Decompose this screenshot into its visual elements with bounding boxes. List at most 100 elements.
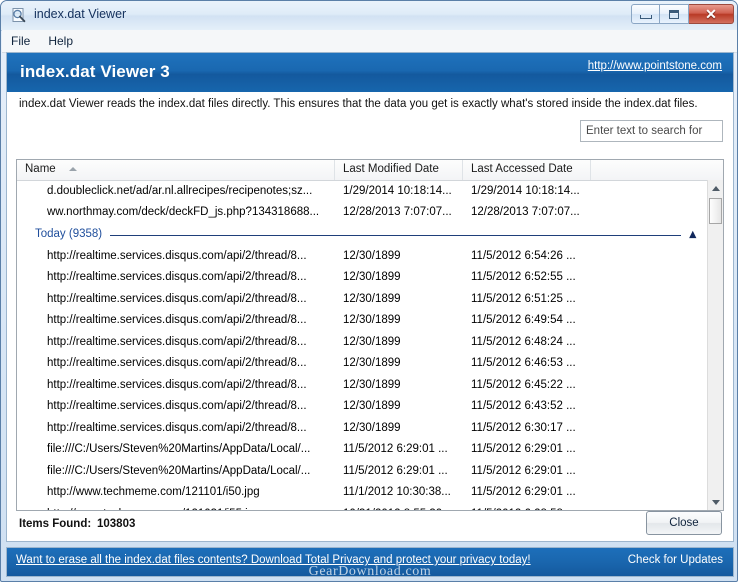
cell-name: d.doubleclick.net/ad/ar.nl.allrecipes/re… [47, 184, 313, 197]
cell-last-modified: 11/1/2012 10:30:38... [343, 486, 451, 499]
cell-last-accessed: 11/5/2012 6:54:26 ... [471, 249, 576, 262]
cell-last-modified: 12/30/1899 [343, 314, 401, 327]
table-row[interactable]: d.doubleclick.net/ad/ar.nl.allrecipes/re… [17, 180, 708, 202]
cell-last-accessed: 12/28/2013 7:07:07... [471, 206, 580, 219]
list-group-divider [110, 234, 682, 236]
search-input[interactable] [580, 120, 723, 142]
table-row[interactable]: file:///C:/Users/Steven%20Martins/AppDat… [17, 460, 708, 482]
table-row[interactable]: http://www.techmeme.com/121031/i55.jpg10… [17, 503, 708, 510]
results-list[interactable]: Name Last Modified Date Last Accessed Da… [16, 159, 724, 511]
cell-last-accessed: 11/5/2012 6:29:01 ... [471, 486, 576, 499]
scrollbar-thumb[interactable] [709, 198, 722, 224]
table-row[interactable]: http://realtime.services.disqus.com/api/… [17, 310, 708, 332]
cell-last-accessed: 11/5/2012 6:29:01 ... [471, 464, 576, 477]
cell-last-accessed: 11/5/2012 6:48:24 ... [471, 335, 576, 348]
cell-last-modified: 12/30/1899 [343, 378, 401, 391]
chevron-up-icon [711, 185, 720, 191]
cell-last-modified: 10/31/2012 8:55:30... [335, 508, 463, 510]
cell-last-accessed: 11/5/2012 6:29:01 ... [471, 443, 576, 456]
cell-last-modified: 12/30/1899 [343, 271, 401, 284]
cell-name: http://realtime.services.disqus.com/api/… [47, 249, 307, 262]
table-row[interactable]: http://realtime.services.disqus.com/api/… [17, 417, 708, 439]
maximize-icon [669, 9, 679, 19]
cell-name: file:///C:/Users/Steven%20Martins/AppDat… [47, 464, 311, 477]
scroll-down-button[interactable] [708, 494, 723, 510]
maximize-button[interactable] [660, 4, 689, 24]
list-group-header[interactable]: Today (9358) ▴ [17, 223, 708, 245]
column-header-spacer[interactable] [591, 160, 723, 180]
cell-name: http://realtime.services.disqus.com/api/… [47, 335, 307, 348]
cell-last-accessed: 11/5/2012 6:45:22 ... [471, 378, 576, 391]
items-found-value: 103803 [97, 518, 136, 530]
cell-last-accessed: 11/5/2012 6:30:17 ... [471, 421, 576, 434]
cell-name: http://realtime.services.disqus.com/api/… [47, 271, 307, 284]
close-icon: ✕ [705, 6, 717, 22]
cell-last-modified: 12/30/1899 [343, 335, 401, 348]
cell-name: http://realtime.services.disqus.com/api/… [47, 378, 307, 391]
chevron-down-icon [711, 499, 720, 505]
cell-last-accessed: 11/5/2012 6:49:54 ... [471, 314, 576, 327]
application-window: index.dat Viewer ✕ File Help index.dat V… [0, 0, 738, 582]
minimize-icon [639, 14, 652, 19]
promo-bar: Want to erase all the index.dat files co… [6, 547, 734, 577]
list-group-label: Today (9358) [35, 228, 103, 240]
cell-last-modified: 1/29/2014 10:18:14... [343, 184, 452, 197]
cell-last-modified: 12/30/1899 [343, 292, 401, 305]
cell-last-accessed: 1/29/2014 10:18:14... [471, 184, 580, 197]
list-body: d.doubleclick.net/ad/ar.nl.allrecipes/re… [17, 180, 708, 510]
column-header-name[interactable]: Name [17, 160, 335, 180]
items-found-label: Items Found: [19, 518, 92, 530]
cell-name: http://realtime.services.disqus.com/api/… [47, 314, 307, 327]
cell-last-modified: 12/28/2013 7:07:07... [343, 206, 452, 219]
list-vertical-scrollbar[interactable] [707, 180, 723, 510]
table-row[interactable]: http://realtime.services.disqus.com/api/… [17, 374, 708, 396]
cell-last-modified: 11/5/2012 6:29:01 ... [343, 464, 448, 477]
product-banner: index.dat Viewer 3 http://www.pointstone… [7, 53, 733, 93]
title-bar[interactable]: index.dat Viewer ✕ [1, 1, 737, 31]
table-row[interactable]: file:///C:/Users/Steven%20Martins/AppDat… [17, 439, 708, 461]
cell-last-modified: 12/30/1899 [343, 357, 401, 370]
promo-link[interactable]: Want to erase all the index.dat files co… [16, 554, 531, 566]
document-magnifier-icon [11, 7, 28, 24]
cell-name: http://realtime.services.disqus.com/api/… [47, 292, 307, 305]
menu-item-help[interactable]: Help [39, 32, 82, 50]
menu-bar: File Help [2, 30, 737, 53]
cell-last-accessed: 11/5/2012 6:46:53 ... [471, 357, 576, 370]
collapse-chevron-icon[interactable]: ▴ [689, 227, 696, 240]
cell-last-accessed: 11/5/2012 6:52:55 ... [471, 271, 576, 284]
column-header-last-modified[interactable]: Last Modified Date [335, 160, 463, 180]
cell-name: http://www.techmeme.com/121031/i55.jpg [17, 508, 335, 510]
column-header-name-label: Name [25, 163, 56, 175]
table-row[interactable]: http://realtime.services.disqus.com/api/… [17, 288, 708, 310]
close-button[interactable]: Close [646, 511, 722, 535]
column-header-last-accessed[interactable]: Last Accessed Date [463, 160, 591, 180]
window-controls: ✕ [631, 4, 734, 24]
scroll-up-button[interactable] [708, 180, 723, 196]
cell-last-modified: 12/30/1899 [343, 249, 401, 262]
table-row[interactable]: http://realtime.services.disqus.com/api/… [17, 396, 708, 418]
check-for-updates-link[interactable]: Check for Updates [628, 554, 723, 566]
cell-name: http://www.techmeme.com/121101/i50.jpg [47, 486, 260, 499]
cell-name: http://realtime.services.disqus.com/api/… [47, 421, 307, 434]
table-row[interactable]: http://www.techmeme.com/121101/i50.jpg 11… [17, 482, 708, 504]
cell-name: file:///C:/Users/Steven%20Martins/AppDat… [47, 443, 311, 456]
cell-last-accessed: 11/5/2012 6:28:58 ... [463, 508, 603, 510]
table-row[interactable]: http://realtime.services.disqus.com/api/… [17, 353, 708, 375]
close-window-button[interactable]: ✕ [689, 4, 734, 24]
table-row[interactable]: ww.northmay.com/deck/deckFD_js.php?13431… [17, 202, 708, 224]
table-row[interactable]: http://realtime.services.disqus.com/api/… [17, 267, 708, 289]
sort-ascending-icon [69, 167, 77, 171]
cell-name: ww.northmay.com/deck/deckFD_js.php?13431… [47, 206, 320, 219]
list-header-row: Name Last Modified Date Last Accessed Da… [17, 160, 723, 181]
cell-name: http://realtime.services.disqus.com/api/… [47, 357, 307, 370]
menu-item-file[interactable]: File [2, 32, 39, 50]
cell-last-modified: 12/30/1899 [343, 400, 401, 413]
product-description: index.dat Viewer reads the index.dat fil… [19, 98, 698, 110]
vendor-website-link[interactable]: http://www.pointstone.com [588, 60, 722, 72]
cell-last-modified: 12/30/1899 [343, 421, 401, 434]
table-row[interactable]: http://realtime.services.disqus.com/api/… [17, 245, 708, 267]
table-row[interactable]: http://realtime.services.disqus.com/api/… [17, 331, 708, 353]
main-content-panel: index.dat Viewer 3 http://www.pointstone… [6, 52, 734, 542]
minimize-button[interactable] [631, 4, 660, 24]
cell-name: http://realtime.services.disqus.com/api/… [47, 400, 307, 413]
